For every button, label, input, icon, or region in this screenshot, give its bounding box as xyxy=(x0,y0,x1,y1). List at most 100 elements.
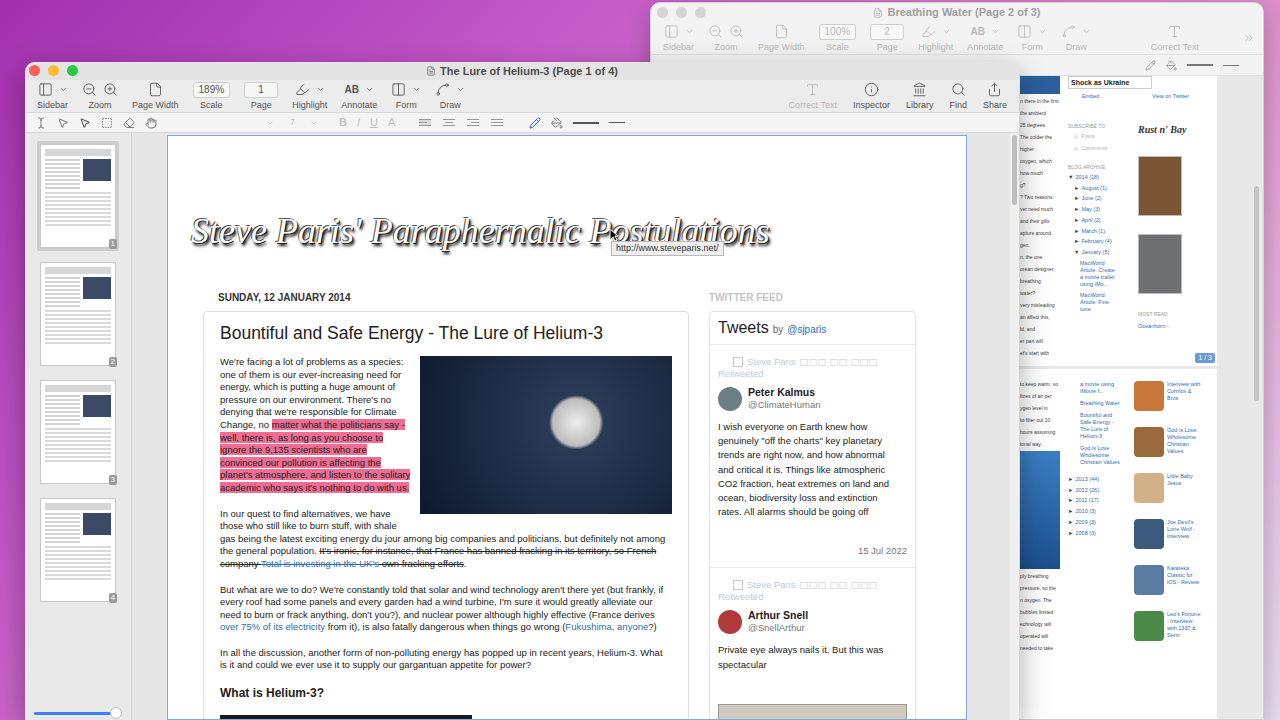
rect-select-icon[interactable] xyxy=(101,117,113,129)
toolbar-item[interactable]: 2Page xyxy=(870,23,904,53)
archive-item[interactable]: ►2008 (3) xyxy=(1068,528,1130,539)
book-cover[interactable] xyxy=(1138,234,1182,294)
archive-item[interactable]: ►May (3) xyxy=(1074,204,1134,215)
archive-item[interactable]: ►2009 (3) xyxy=(1068,517,1130,528)
archive-post[interactable]: Bountiful and Safe Energy - The Lure of … xyxy=(1080,412,1124,440)
most-read-item[interactable]: Karateka Classic for iOS - Review xyxy=(1134,565,1217,595)
font-select[interactable] xyxy=(177,116,277,130)
archive-article[interactable]: MacWorld Article: Create a movie trailer… xyxy=(1080,260,1118,288)
line-style-icon[interactable] xyxy=(573,122,599,124)
more-tools-icon[interactable] xyxy=(1243,32,1255,44)
hand-icon[interactable] xyxy=(145,117,157,129)
most-read-thumbnail[interactable] xyxy=(1134,381,1164,411)
align-icon[interactable] xyxy=(443,119,455,126)
toolbar-item[interactable]: Highlight xyxy=(292,81,327,111)
style-button[interactable]: A xyxy=(388,116,395,129)
toolbar-item[interactable]: Zoom xyxy=(82,81,118,111)
font-size-field[interactable]: 7 xyxy=(287,116,321,130)
tweet-image[interactable] xyxy=(718,704,907,720)
toolbar-item[interactable]: Correct Text xyxy=(1151,23,1199,53)
archive-item[interactable]: ▼January (5) xyxy=(1074,247,1134,258)
most-read-thumbnail[interactable] xyxy=(1134,611,1164,641)
most-read-item[interactable]: Leo's Fortune - Interview with 1337 & Se… xyxy=(1134,611,1217,641)
pen-color-icon[interactable] xyxy=(529,117,541,129)
window-control-button[interactable] xyxy=(676,7,687,18)
pointer-icon[interactable] xyxy=(57,117,69,129)
widget-link[interactable]: Embed xyxy=(1082,92,1099,100)
post-image[interactable] xyxy=(220,715,472,720)
toolbar-item[interactable]: Form xyxy=(391,81,421,111)
toolbar-item[interactable]: Sidebar xyxy=(663,23,694,53)
archive-item[interactable]: ►April (2) xyxy=(1074,215,1134,226)
window-control-button[interactable] xyxy=(29,65,40,76)
most-read-item[interactable]: Little Baby Jesus xyxy=(1134,473,1217,503)
blog-header[interactable]: Steve Paris' Paraphernalic Postulations xyxy=(168,136,966,286)
window-control-button[interactable] xyxy=(67,65,78,76)
toolbar-item[interactable]: Share xyxy=(983,81,1007,111)
toolbar-field[interactable]: 1 xyxy=(244,82,278,98)
toolbar-field[interactable]: 189% xyxy=(193,82,231,98)
post-image[interactable] xyxy=(1020,451,1060,569)
archive-item[interactable]: ►2010 (3) xyxy=(1068,506,1130,517)
scrollbar[interactable] xyxy=(1254,186,1259,401)
toolbar-item[interactable]: Inspector xyxy=(853,81,890,111)
archive-item[interactable]: ►March (1) xyxy=(1074,226,1134,237)
eraser-icon[interactable] xyxy=(123,117,135,129)
archive-item[interactable]: ►2013 (44) xyxy=(1068,474,1130,485)
fill-color-icon[interactable] xyxy=(551,117,563,129)
window-control-button[interactable] xyxy=(695,7,706,18)
most-read-thumbnail[interactable] xyxy=(1134,565,1164,595)
post-image[interactable] xyxy=(1020,76,1060,94)
book-cover[interactable] xyxy=(1138,156,1182,216)
avatar[interactable] xyxy=(718,610,742,634)
toolbar-item[interactable]: 100%Scale xyxy=(819,23,857,53)
style-button[interactable]: I xyxy=(357,116,360,129)
style-button[interactable]: U xyxy=(370,116,378,129)
tweet-date[interactable]: 15 Jul 2022 xyxy=(718,545,907,557)
blog-logo[interactable]: Rust n' Bay xyxy=(1138,122,1186,138)
scrollbar[interactable] xyxy=(1010,133,1019,720)
toolbar-item[interactable]: Sidebar xyxy=(37,81,68,111)
tweet[interactable]: Steve Paris□□□ □□ □□□RetweetedPeter Kalm… xyxy=(710,345,915,568)
window-control-button[interactable] xyxy=(48,65,59,76)
archive-item[interactable]: ►June (2) xyxy=(1074,193,1134,204)
most-read-item[interactable]: Oceanhorn - xyxy=(1138,322,1169,330)
toolbar-item[interactable]: Find xyxy=(949,81,967,111)
archive-item[interactable]: ►August (1) xyxy=(1074,183,1134,194)
archive-article[interactable]: MacWorld Article: Fine tune xyxy=(1080,292,1118,313)
toolbar-item[interactable]: 189%Scale xyxy=(193,81,231,111)
align-icon[interactable] xyxy=(467,119,479,126)
widget-link[interactable]: View on Twitter xyxy=(1152,92,1189,100)
toolbar-item[interactable]: Correct Text xyxy=(789,81,837,111)
archive-item[interactable]: ►February (4) xyxy=(1074,236,1134,247)
align-icon[interactable] xyxy=(419,119,431,126)
toolbar-item[interactable]: 1Page xyxy=(244,81,278,111)
most-read-thumbnail[interactable] xyxy=(1134,427,1164,457)
toolbar-field[interactable]: 100% xyxy=(819,24,857,40)
title-bar[interactable]: Breathing Water (Page 2 of 3) xyxy=(651,3,1263,22)
toolbar-item[interactable]: Page Width xyxy=(758,23,805,53)
most-read-item[interactable]: Joe Devil's Lone Wolf - Interview xyxy=(1134,519,1217,549)
archive-post[interactable]: God is Love: Wholesome Christian Values xyxy=(1080,445,1124,466)
toolbar-item[interactable]: Library xyxy=(906,81,934,111)
thumbnail-size-slider[interactable] xyxy=(34,712,122,715)
toolbar-item[interactable]: ABAnnotate xyxy=(967,23,1003,53)
align-icon[interactable] xyxy=(491,119,503,126)
most-read-thumbnail[interactable] xyxy=(1134,519,1164,549)
toolbar-item[interactable]: Form xyxy=(1017,23,1047,53)
select-pointer-icon[interactable] xyxy=(79,117,91,129)
title-bar[interactable]: The Lure of Helium-3 (Page 1 of 4) xyxy=(25,62,1019,80)
tweet[interactable]: Steve Paris□□□ □□ □□□RetweetedArthur Sne… xyxy=(710,568,915,720)
tweet-card[interactable]: Shock as Ukraine xyxy=(1068,76,1152,89)
page-thumbnail[interactable]: 3 xyxy=(37,377,119,487)
most-read-item[interactable]: God is Love: Wholesome Christian Values xyxy=(1134,427,1217,457)
toolbar-item[interactable]: ABAnnotate xyxy=(341,81,377,111)
line-dash-icon[interactable] xyxy=(1223,65,1239,66)
page-thumbnail[interactable]: 1 xyxy=(37,141,119,251)
toolbar-item[interactable]: Page Width xyxy=(132,81,179,111)
page-thumbnail[interactable]: 4 xyxy=(37,495,119,605)
page-thumbnail[interactable]: 2 xyxy=(37,259,119,369)
toolbar-item[interactable]: Zoom xyxy=(708,23,744,53)
line-style-icon[interactable] xyxy=(1187,64,1213,66)
style-button[interactable]: B xyxy=(339,116,347,129)
